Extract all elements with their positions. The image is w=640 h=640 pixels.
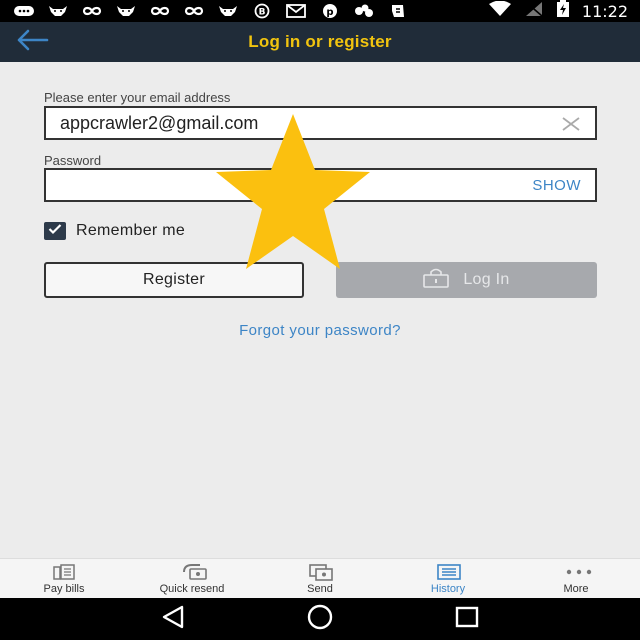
infinity-icon [148,4,172,18]
goat-icon [46,4,70,18]
pinterest-icon: p [318,4,342,18]
tab-quick-resend[interactable]: Quick resend [128,559,256,598]
email-value: appcrawler2@gmail.com [60,112,259,133]
register-label: Register [143,271,205,288]
checkmark-icon [48,222,62,240]
email-field[interactable]: appcrawler2@gmail.com [44,106,597,140]
clear-email-button[interactable] [561,114,581,134]
remember-me-checkbox[interactable] [44,222,66,240]
login-screen: B p 11:22 Log in or register Please ente… [0,0,640,640]
status-time: 11:22 [581,1,628,21]
tab-pay-bills[interactable]: Pay bills [0,559,128,598]
notification-icons: B p [12,3,410,19]
square-recents-icon [454,605,480,634]
whatsapp-icon [12,4,36,18]
close-icon [561,117,581,138]
email-label: Please enter your email address [44,90,231,105]
tab-label: More [563,582,589,595]
remember-me-row[interactable]: Remember me [44,222,185,240]
login-label: Log In [463,271,510,288]
infinity-icon [80,4,104,18]
svg-text:p: p [326,7,333,18]
goat-icon [216,4,240,18]
bbm-icon: B [250,3,274,19]
resend-icon [180,563,207,581]
tab-history[interactable]: History [384,559,512,598]
history-icon [436,563,461,581]
battery-charging-icon [556,0,570,23]
lock-icon [423,268,450,293]
nav-home-button[interactable] [305,604,335,634]
remember-me-label: Remember me [76,222,186,239]
mail-icon [284,4,308,18]
nav-back-button[interactable] [158,604,188,634]
show-password-button[interactable]: SHOW [532,177,581,194]
status-bar: B p 11:22 [0,0,640,22]
circle-home-icon [306,603,334,636]
tab-label: Pay bills [43,582,85,595]
bottom-tab-bar: Pay bills Quick resend Send History More [0,558,640,598]
more-dots-icon [564,563,592,581]
page-title: Log in or register [248,32,392,51]
bills-icon [52,563,76,581]
evernote-icon [386,4,410,18]
forgot-password-link[interactable]: Forgot your password? [0,322,640,339]
app-bar: Log in or register [0,22,640,62]
tab-label: Send [307,582,333,595]
password-label: Password [44,153,102,168]
infinity-icon [182,4,206,18]
goat-icon [114,4,138,18]
no-signal-icon [524,1,544,22]
login-button[interactable]: Log In [336,262,597,298]
password-field[interactable]: SHOW [44,168,597,202]
wifi-icon [488,0,512,22]
back-button[interactable] [12,28,52,56]
send-money-icon [308,563,333,581]
tab-label: History [430,582,466,595]
nav-recents-button[interactable] [452,604,482,634]
system-icons: 11:22 [488,0,628,23]
apps-icon [352,4,376,18]
tab-label: Quick resend [159,582,225,595]
system-nav-bar [0,598,640,640]
tab-more[interactable]: More [512,559,640,598]
forgot-password-label: Forgot your password? [239,322,401,339]
arrow-left-icon [15,29,49,56]
register-button[interactable]: Register [44,262,304,298]
svg-text:B: B [259,8,266,18]
tab-send[interactable]: Send [256,559,384,598]
triangle-back-icon [160,605,186,634]
